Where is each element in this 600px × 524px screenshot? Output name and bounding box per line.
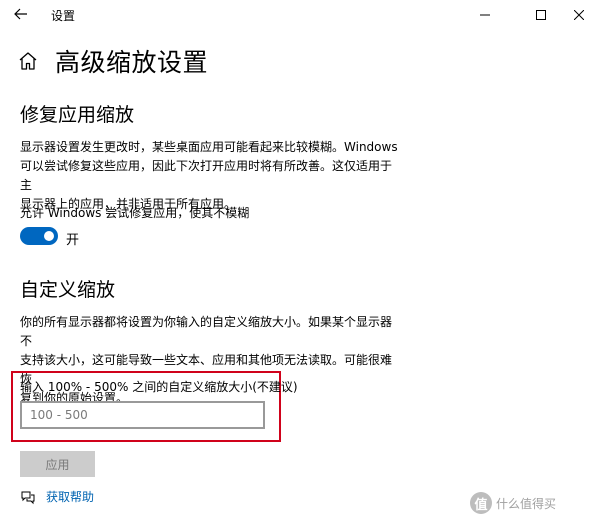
back-button[interactable] (11, 4, 31, 24)
toggle-state-text: 开 (66, 233, 80, 248)
fix-apps-toggle[interactable] (20, 227, 58, 245)
maximize-icon (536, 10, 546, 20)
apply-button[interactable]: 应用 (20, 451, 95, 477)
get-help-label[interactable]: 获取帮助 (46, 488, 94, 505)
custom-scaling-desc-line: 你的所有显示器都将设置为你输入的自定义缩放大小。如果某个显示器不 (20, 315, 393, 348)
window-title: 设置 (51, 9, 76, 23)
toggle-knob (44, 231, 54, 241)
watermark: 值 什么值得买 (470, 492, 556, 514)
close-icon (574, 10, 584, 20)
watermark-text: 什么值得买 (496, 496, 557, 511)
custom-scale-input[interactable] (20, 401, 265, 429)
section-heading-fix-apps: 修复应用缩放 (20, 104, 135, 126)
custom-scale-input-label: 输入 100% - 500% 之间的自定义缩放大小(不建议) (20, 380, 298, 394)
fix-apps-desc-line: 可以尝试修复这些应用，因此下次打开应用时将有所改善。这仅适用于主 (20, 159, 393, 192)
get-help-link[interactable]: 获取帮助 (20, 488, 94, 505)
title-bar: 设置 (0, 0, 600, 30)
watermark-logo: 值 (470, 492, 492, 514)
minimize-button[interactable] (462, 0, 508, 30)
minimize-icon (480, 14, 490, 16)
page-title: 高级缩放设置 (55, 48, 209, 77)
back-arrow-icon (14, 8, 27, 20)
section-heading-custom-scaling: 自定义缩放 (20, 279, 116, 301)
fix-apps-desc-line: 显示器设置发生更改时，某些桌面应用可能看起来比较模糊。Windows (20, 140, 398, 154)
fix-apps-toggle-label: 允许 Windows 尝试修复应用，使其不模糊 (20, 206, 250, 220)
fix-apps-description: 显示器设置发生更改时，某些桌面应用可能看起来比较模糊。Windows 可以尝试修… (20, 138, 400, 214)
home-icon (19, 52, 37, 70)
home-button[interactable] (17, 50, 39, 72)
close-button[interactable] (556, 0, 600, 30)
chat-bubbles-icon (20, 489, 36, 505)
